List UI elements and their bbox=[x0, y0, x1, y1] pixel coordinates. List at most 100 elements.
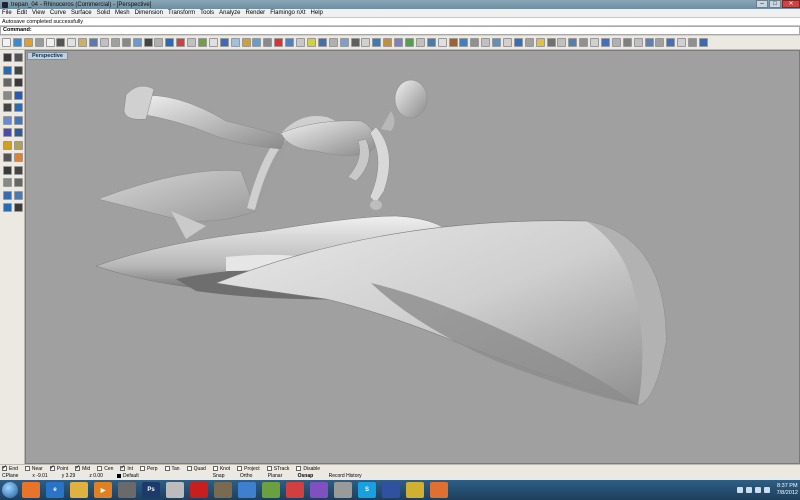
toolbar-tool-icon[interactable] bbox=[339, 38, 349, 47]
osnap-checkbox[interactable] bbox=[237, 466, 243, 471]
toolbar-tool-icon[interactable] bbox=[3, 90, 12, 100]
toolbar-tool-icon[interactable] bbox=[502, 38, 512, 47]
menu-tools[interactable]: Tools bbox=[200, 10, 214, 16]
toolbar-tool-icon[interactable] bbox=[437, 38, 447, 47]
toolbar-tool-icon[interactable] bbox=[14, 190, 23, 200]
toolbar-tool-icon[interactable] bbox=[154, 38, 164, 47]
pane-record-history[interactable]: Record History bbox=[329, 473, 362, 479]
menu-render[interactable]: Render bbox=[246, 10, 266, 16]
toolbar-tool-icon[interactable] bbox=[263, 38, 273, 47]
osnap-point[interactable]: Point bbox=[49, 464, 68, 472]
toolbar-tool-icon[interactable] bbox=[470, 38, 480, 47]
osnap-knot[interactable]: Knot bbox=[212, 466, 230, 472]
osnap-checkbox[interactable] bbox=[49, 464, 55, 471]
toolbar-tool-icon[interactable] bbox=[219, 38, 229, 47]
menu-flamingo[interactable]: Flamingo nXt bbox=[270, 10, 305, 16]
taskbar-app-app-eye[interactable] bbox=[382, 482, 400, 498]
tray-icon[interactable] bbox=[736, 487, 743, 493]
osnap-checkbox[interactable] bbox=[75, 464, 80, 471]
toolbar-tool-icon[interactable] bbox=[56, 38, 66, 47]
toolbar-tool-icon[interactable] bbox=[415, 38, 425, 47]
layer-indicator[interactable]: Default bbox=[116, 473, 139, 479]
menu-help[interactable]: Help bbox=[311, 10, 323, 16]
toolbar-tool-icon[interactable] bbox=[622, 38, 632, 47]
toolbar-tool-icon[interactable] bbox=[306, 38, 316, 47]
toolbar-tool-icon[interactable] bbox=[208, 38, 218, 47]
taskbar-app-ie[interactable]: e bbox=[46, 482, 64, 498]
clock[interactable]: 8:37 PM 7/8/2012 bbox=[777, 483, 798, 497]
osnap-checkbox[interactable] bbox=[2, 464, 7, 471]
toolbar-tool-icon[interactable] bbox=[404, 38, 414, 47]
toolbar-tool-icon[interactable] bbox=[383, 38, 393, 47]
toolbar-tool-icon[interactable] bbox=[241, 38, 251, 47]
toolbar-tool-icon[interactable] bbox=[3, 165, 12, 175]
menu-view[interactable]: View bbox=[32, 10, 45, 16]
toolbar-tool-icon[interactable] bbox=[252, 38, 262, 47]
toolbar-tool-icon[interactable] bbox=[557, 38, 567, 47]
osnap-strack[interactable]: STrack bbox=[266, 466, 289, 472]
pane-osnap[interactable]: Osnap bbox=[298, 473, 314, 479]
tray-icon[interactable] bbox=[754, 487, 761, 493]
toolbar-tool-icon[interactable] bbox=[285, 38, 295, 47]
toolbar-tool-icon[interactable] bbox=[14, 65, 23, 75]
toolbar-tool-icon[interactable] bbox=[14, 90, 23, 100]
toolbar-tool-icon[interactable] bbox=[590, 38, 600, 47]
toolbar-tool-icon[interactable] bbox=[12, 38, 22, 47]
menu-mesh[interactable]: Mesh bbox=[115, 10, 130, 16]
osnap-disable[interactable]: Disable bbox=[296, 466, 320, 472]
toolbar-tool-icon[interactable] bbox=[546, 38, 556, 47]
pane-ortho[interactable]: Ortho bbox=[240, 473, 253, 479]
toolbar-tool-icon[interactable] bbox=[14, 78, 23, 87]
toolbar-tool-icon[interactable] bbox=[3, 178, 12, 187]
toolbar-tool-icon[interactable] bbox=[143, 38, 153, 47]
pane-snap[interactable]: Snap bbox=[213, 473, 225, 479]
toolbar-tool-icon[interactable] bbox=[3, 115, 12, 125]
toolbar-tool-icon[interactable] bbox=[3, 53, 12, 62]
taskbar-app-app-rhino2[interactable] bbox=[334, 482, 352, 498]
osnap-int[interactable]: Int bbox=[120, 464, 133, 472]
osnap-near[interactable]: Near bbox=[24, 466, 43, 472]
tray-icon[interactable] bbox=[745, 487, 752, 493]
close-button[interactable]: ✕ bbox=[782, 0, 800, 8]
menu-dimension[interactable]: Dimension bbox=[135, 10, 163, 16]
toolbar-tool-icon[interactable] bbox=[426, 38, 436, 47]
toolbar-tool-icon[interactable] bbox=[492, 38, 502, 47]
toolbar-tool-icon[interactable] bbox=[394, 38, 404, 47]
toolbar-tool-icon[interactable] bbox=[611, 38, 621, 47]
toolbar-tool-icon[interactable] bbox=[3, 65, 12, 75]
toolbar-tool-icon[interactable] bbox=[666, 38, 676, 47]
toolbar-tool-icon[interactable] bbox=[459, 38, 469, 47]
toolbar-tool-icon[interactable] bbox=[524, 38, 534, 47]
toolbar-tool-icon[interactable] bbox=[14, 203, 23, 212]
toolbar-tool-icon[interactable] bbox=[296, 38, 306, 47]
toolbar-tool-icon[interactable] bbox=[45, 38, 55, 47]
toolbar-tool-icon[interactable] bbox=[317, 38, 327, 47]
toolbar-tool-icon[interactable] bbox=[361, 38, 371, 47]
toolbar-tool-icon[interactable] bbox=[372, 38, 382, 47]
toolbar-tool-icon[interactable] bbox=[2, 38, 11, 47]
osnap-mid[interactable]: Mid bbox=[75, 464, 90, 472]
toolbar-tool-icon[interactable] bbox=[110, 38, 120, 47]
toolbar-tool-icon[interactable] bbox=[274, 38, 284, 47]
toolbar-tool-icon[interactable] bbox=[23, 38, 33, 47]
taskbar-app-media[interactable]: ▶ bbox=[94, 482, 112, 498]
toolbar-tool-icon[interactable] bbox=[230, 38, 240, 47]
taskbar-app-app-green[interactable] bbox=[262, 482, 280, 498]
toolbar-tool-icon[interactable] bbox=[328, 38, 338, 47]
menu-curve[interactable]: Curve bbox=[50, 10, 66, 16]
osnap-checkbox[interactable] bbox=[139, 466, 145, 471]
toolbar-tool-icon[interactable] bbox=[121, 38, 131, 47]
toolbar-tool-icon[interactable] bbox=[448, 38, 458, 47]
toolbar-tool-icon[interactable] bbox=[14, 153, 23, 162]
taskbar-app-skype[interactable]: S bbox=[358, 482, 376, 498]
toolbar-tool-icon[interactable] bbox=[600, 38, 610, 47]
osnap-checkbox[interactable] bbox=[120, 464, 125, 471]
toolbar-tool-icon[interactable] bbox=[89, 38, 99, 47]
start-button[interactable] bbox=[2, 482, 18, 498]
toolbar-tool-icon[interactable] bbox=[187, 38, 197, 47]
toolbar-tool-icon[interactable] bbox=[100, 38, 110, 47]
taskbar-app-app-yellow[interactable] bbox=[406, 482, 424, 498]
command-input[interactable] bbox=[31, 27, 799, 34]
menu-analyze[interactable]: Analyze bbox=[219, 10, 240, 16]
menu-edit[interactable]: Edit bbox=[17, 10, 27, 16]
